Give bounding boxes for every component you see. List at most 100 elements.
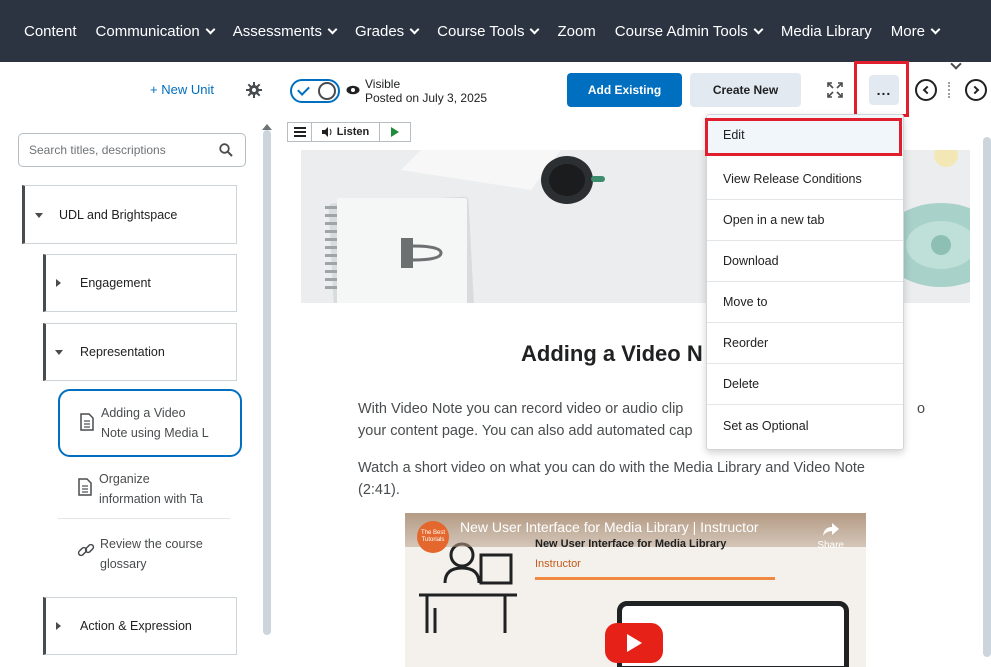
nav-course-admin-tools[interactable]: Course Admin Tools: [614, 22, 764, 40]
nav-label: Zoom: [557, 22, 596, 40]
nav-label: Course Tools: [437, 22, 525, 40]
posted-date: Posted on July 3, 2025: [365, 91, 488, 105]
page-heading: Adding a Video N: [521, 341, 703, 366]
nav-label: Media Library: [780, 22, 872, 40]
menu-item-delete[interactable]: Delete: [707, 364, 903, 405]
share-button[interactable]: Share: [817, 523, 844, 551]
toggle-knob: [318, 82, 336, 100]
topic-title-line1: Adding a Video: [101, 406, 186, 420]
paragraph-line: (2:41).: [358, 482, 400, 498]
topic-title-line1: Review the course: [100, 537, 203, 551]
menu-item-download[interactable]: Download: [707, 241, 903, 282]
chevron-down-icon: [753, 24, 764, 34]
nav-grades[interactable]: Grades: [354, 22, 420, 40]
unit-label: Engagement: [80, 276, 151, 290]
menu-icon[interactable]: [288, 123, 312, 141]
edit-highlight: [705, 118, 902, 156]
chevron-down-icon: [327, 24, 338, 34]
share-icon: [822, 523, 839, 536]
chevron-down-icon: [205, 24, 216, 34]
nav-zoom[interactable]: Zoom: [557, 23, 595, 40]
more-options-button[interactable]: ...: [869, 75, 899, 105]
sidebar-scrollbar[interactable]: [263, 130, 271, 635]
divider: [535, 577, 775, 580]
chevron-down-icon: [530, 24, 540, 34]
menu-item-open-new-tab[interactable]: Open in a new tab: [707, 200, 903, 241]
paragraph-line: your content page. You can also add auto…: [358, 423, 693, 439]
topic-adding-video-note[interactable]: Adding a Video Note using Media L: [58, 389, 242, 457]
listen-button[interactable]: Listen: [312, 123, 380, 141]
search-input[interactable]: [29, 143, 209, 157]
more-options-menu: Edit View Release Conditions Open in a n…: [706, 114, 904, 450]
nav-more[interactable]: More: [890, 22, 941, 40]
channel-logo[interactable]: The Best Tutorials: [417, 521, 449, 553]
slide-subtitle: Instructor: [535, 558, 581, 570]
nav-course-tools[interactable]: Course Tools: [437, 22, 540, 40]
caret-down-icon: [55, 350, 63, 355]
unit-engagement[interactable]: Engagement: [43, 254, 237, 312]
caret-right-icon: [56, 622, 61, 630]
visibility-status: Visible: [365, 77, 401, 91]
unit-udl-brightspace[interactable]: UDL and Brightspace: [22, 185, 237, 244]
paragraph-line: Watch a short video on what you can do w…: [358, 460, 865, 476]
gear-icon[interactable]: [246, 82, 262, 98]
caret-down-icon: [35, 212, 43, 218]
next-button[interactable]: [965, 79, 987, 101]
unit-representation[interactable]: Representation: [43, 323, 237, 381]
visibility-toggle[interactable]: [290, 79, 340, 103]
caret-right-icon: [56, 279, 61, 287]
menu-item-view-release-conditions[interactable]: View Release Conditions: [707, 159, 903, 200]
video-embed[interactable]: The Best Tutorials New User Interface fo…: [405, 513, 866, 667]
paragraph-tail: o: [917, 401, 926, 417]
eye-icon: [346, 85, 360, 95]
paragraph-line: With Video Note you can record video or …: [358, 401, 684, 417]
nav-assessments[interactable]: Assessments: [232, 22, 338, 40]
chevron-left-icon: [922, 85, 932, 95]
divider: [948, 82, 950, 98]
document-icon: [80, 413, 94, 431]
menu-item-set-optional[interactable]: Set as Optional: [707, 405, 903, 446]
chevron-down-icon: [930, 24, 941, 34]
play-icon[interactable]: [605, 623, 663, 663]
check-icon: [297, 83, 310, 96]
create-new-button[interactable]: Create New: [690, 73, 801, 107]
content-scrollbar[interactable]: [983, 137, 991, 657]
nav-label: Assessments: [232, 22, 322, 40]
nav-label: More: [890, 22, 925, 40]
menu-item-move-to[interactable]: Move to: [707, 282, 903, 323]
link-icon: [77, 543, 95, 557]
nav-communication[interactable]: Communication: [95, 22, 216, 40]
listen-label: Listen: [336, 126, 370, 138]
topic-title-line1: Organize: [99, 472, 150, 486]
chevron-down-icon: [409, 24, 420, 34]
nav-media-library[interactable]: Media Library: [781, 23, 872, 40]
readspeaker-bar: Listen: [287, 122, 411, 142]
fullscreen-icon[interactable]: [827, 82, 843, 98]
add-existing-button[interactable]: Add Existing: [567, 73, 682, 107]
search-box: [18, 133, 246, 167]
topic-organize-information[interactable]: Organize information with Ta: [58, 463, 230, 519]
sidebar-toolbar: + New Unit: [0, 62, 277, 120]
unit-action-expression[interactable]: Action & Expression: [43, 597, 237, 655]
nav-label: Grades: [354, 22, 405, 40]
new-unit-button[interactable]: + New Unit: [150, 82, 214, 97]
topic-title-line2: Note using Media L: [101, 426, 209, 440]
nav-label: Course Admin Tools: [614, 22, 748, 40]
chevron-right-icon: [970, 85, 980, 95]
unit-label: Action & Expression: [80, 619, 192, 633]
nav-label: Communication: [95, 22, 200, 40]
play-button[interactable]: [380, 123, 410, 141]
search-icon[interactable]: [219, 143, 233, 157]
previous-button[interactable]: [915, 79, 937, 101]
topic-title-line2: glossary: [100, 557, 147, 571]
menu-item-reorder[interactable]: Reorder: [707, 323, 903, 364]
unit-label: UDL and Brightspace: [59, 207, 178, 222]
speaker-icon: [321, 127, 332, 137]
nav-label: Content: [24, 22, 77, 40]
nav-content[interactable]: Content: [24, 23, 77, 40]
top-nav: Content Communication Assessments Grades…: [0, 0, 991, 62]
topic-title-line2: information with Ta: [99, 492, 203, 506]
topic-review-glossary[interactable]: Review the course glossary: [58, 528, 230, 584]
slide-title: New User Interface for Media Library: [535, 538, 727, 550]
video-title[interactable]: New User Interface for Media Library | I…: [460, 519, 759, 535]
